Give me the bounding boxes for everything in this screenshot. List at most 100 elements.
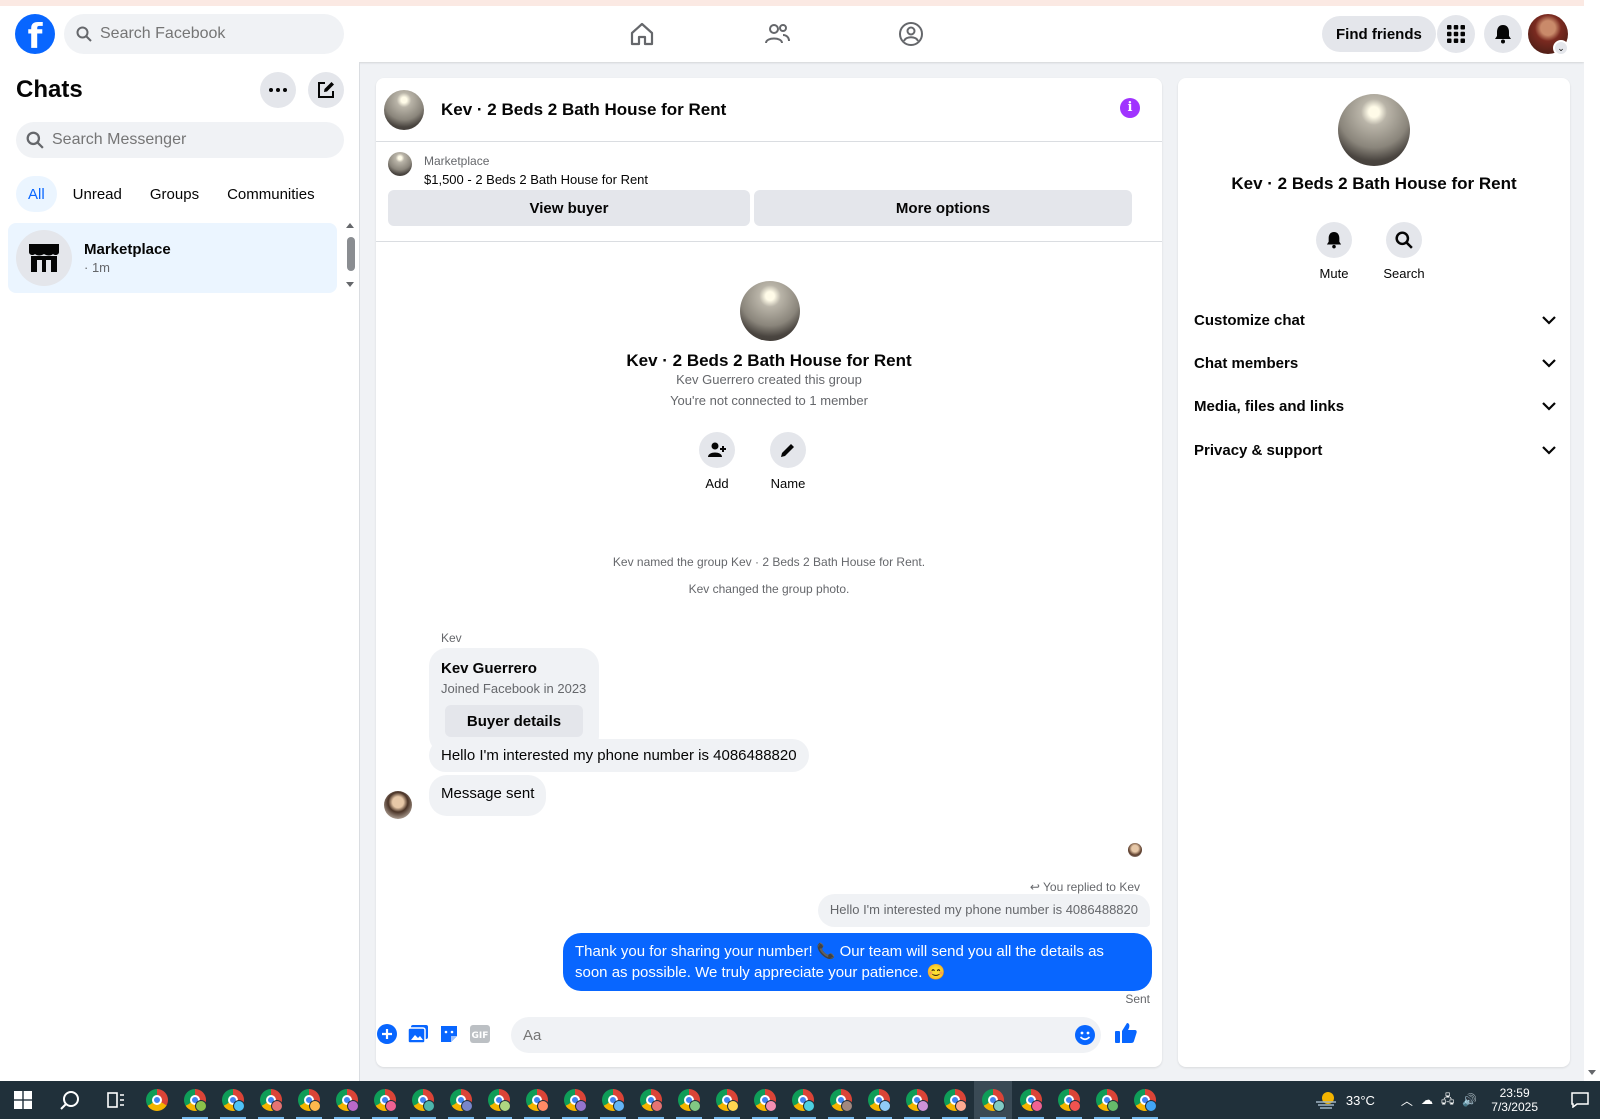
group-avatar[interactable]	[384, 90, 424, 130]
chat-list-scroll-thumb[interactable]	[347, 237, 355, 271]
cloud-sync-icon[interactable]: ☁	[1421, 1093, 1433, 1107]
chrome-profile-taskbar-app[interactable]	[822, 1081, 860, 1119]
facebook-logo[interactable]: f	[15, 14, 55, 54]
chrome-profile-taskbar-app[interactable]	[214, 1081, 252, 1119]
sticker-icon[interactable]	[438, 1023, 460, 1045]
more-dots-icon	[269, 88, 287, 92]
profile-badge-icon	[347, 1100, 359, 1112]
incoming-message[interactable]: Message sent	[429, 775, 547, 816]
more-options-button[interactable]: More options	[754, 190, 1132, 226]
sender-avatar[interactable]	[384, 791, 412, 819]
chrome-taskbar-app[interactable]	[138, 1081, 176, 1119]
chrome-profile-taskbar-app[interactable]	[594, 1081, 632, 1119]
chrome-profile-taskbar-app[interactable]	[974, 1081, 1012, 1119]
listing-thumbnail[interactable]	[388, 152, 412, 176]
filter-tab-all[interactable]: All	[16, 176, 57, 212]
chrome-profile-taskbar-app[interactable]	[252, 1081, 290, 1119]
profile-badge-icon	[613, 1100, 625, 1112]
filter-tab-groups[interactable]: Groups	[138, 176, 211, 212]
volume-icon[interactable]: 🔊	[1462, 1093, 1477, 1107]
messenger-search-box[interactable]	[16, 122, 344, 158]
chat-list-item-marketplace[interactable]: Marketplace · 1m	[8, 223, 337, 293]
filter-tab-unread[interactable]: Unread	[61, 176, 134, 212]
profile-badge-icon	[1107, 1100, 1119, 1112]
plus-icon[interactable]	[376, 1023, 398, 1045]
filter-tab-communities[interactable]: Communities	[215, 176, 327, 212]
media-files-links-section[interactable]: Media, files and links	[1194, 386, 1556, 426]
weather-temp[interactable]: 33°C	[1346, 1093, 1375, 1108]
chrome-profile-taskbar-app[interactable]	[708, 1081, 746, 1119]
chrome-profile-taskbar-app[interactable]	[366, 1081, 404, 1119]
image-icon[interactable]	[407, 1023, 429, 1045]
chrome-profile-taskbar-app[interactable]	[1050, 1081, 1088, 1119]
chrome-profile-taskbar-app[interactable]	[670, 1081, 708, 1119]
customize-chat-section[interactable]: Customize chat	[1194, 300, 1556, 340]
friends-icon	[765, 24, 790, 44]
apps-grid-icon	[1447, 25, 1465, 43]
buyer-name[interactable]: Kev Guerrero	[441, 660, 537, 677]
chrome-profile-taskbar-app[interactable]	[518, 1081, 556, 1119]
windows-start-button[interactable]	[0, 1081, 46, 1119]
message-input[interactable]	[523, 1026, 1043, 1044]
outgoing-message[interactable]: Thank you for sharing your number! 📞 Our…	[563, 933, 1152, 991]
chrome-profile-taskbar-app[interactable]	[898, 1081, 936, 1119]
chrome-profile-taskbar-app[interactable]	[1126, 1081, 1164, 1119]
info-group-photo[interactable]	[1338, 94, 1410, 166]
chrome-profile-taskbar-app[interactable]	[1012, 1081, 1050, 1119]
view-buyer-button[interactable]: View buyer	[388, 190, 750, 226]
chat-options-button[interactable]	[260, 72, 296, 108]
chrome-profile-taskbar-app[interactable]	[860, 1081, 898, 1119]
taskbar-search-button[interactable]	[46, 1081, 94, 1119]
chrome-profile-taskbar-app[interactable]	[442, 1081, 480, 1119]
chrome-profile-taskbar-app[interactable]	[328, 1081, 366, 1119]
chrome-profile-taskbar-app[interactable]	[480, 1081, 518, 1119]
find-friends-button[interactable]: Find friends	[1322, 16, 1436, 52]
group-photo	[740, 281, 800, 341]
menu-button[interactable]	[1437, 15, 1475, 53]
chrome-profile-taskbar-app[interactable]	[632, 1081, 670, 1119]
chrome-profile-taskbar-app[interactable]	[746, 1081, 784, 1119]
thumbs-up-icon[interactable]	[1113, 1020, 1139, 1046]
chrome-profile-taskbar-app[interactable]	[404, 1081, 442, 1119]
name-group-action[interactable]: Name	[758, 432, 818, 491]
home-nav-button[interactable]	[622, 16, 662, 52]
task-view-button[interactable]	[94, 1081, 138, 1119]
clock[interactable]: 23:59 7/3/2025	[1491, 1086, 1538, 1114]
notification-center-button[interactable]	[1560, 1081, 1600, 1119]
chrome-profile-taskbar-app[interactable]	[784, 1081, 822, 1119]
page-scrollbar[interactable]	[1584, 0, 1600, 1081]
info-icon[interactable]: i	[1120, 98, 1140, 118]
emoji-icon[interactable]	[1075, 1025, 1095, 1050]
listing-price-title[interactable]: $1,500 - 2 Beds 2 Bath House for Rent	[424, 172, 648, 187]
incoming-message[interactable]: Hello I'm interested my phone number is …	[429, 739, 809, 772]
messenger-search-input[interactable]	[52, 131, 312, 149]
add-member-action[interactable]: Add	[687, 432, 747, 491]
chrome-profile-taskbar-app[interactable]	[290, 1081, 328, 1119]
group-connection-text: You're not connected to 1 member	[670, 393, 868, 408]
mute-button[interactable]: Mute	[1304, 222, 1364, 281]
chrome-profile-taskbar-app[interactable]	[176, 1081, 214, 1119]
notifications-button[interactable]	[1484, 15, 1522, 53]
chrome-profile-taskbar-app[interactable]	[556, 1081, 594, 1119]
quoted-message[interactable]: Hello I'm interested my phone number is …	[817, 894, 1150, 927]
chevron-down-icon[interactable]: ⌄	[1553, 40, 1569, 56]
message-input-box[interactable]	[511, 1017, 1101, 1053]
facebook-search-input[interactable]	[100, 25, 320, 43]
conversation-title[interactable]: Kev · 2 Beds 2 Bath House for Rent	[441, 100, 726, 120]
gif-icon[interactable]: GIF	[469, 1023, 491, 1045]
privacy-support-section[interactable]: Privacy & support	[1194, 430, 1556, 470]
weather-widget[interactable]	[1306, 1081, 1346, 1119]
groups-icon	[899, 22, 923, 46]
groups-nav-button[interactable]	[891, 16, 931, 52]
buyer-details-button[interactable]: Buyer details	[445, 705, 583, 737]
chrome-profile-taskbar-app[interactable]	[936, 1081, 974, 1119]
friends-nav-button[interactable]	[757, 16, 797, 52]
facebook-search-box[interactable]	[64, 14, 344, 54]
network-icon[interactable]: 🖧	[1441, 1090, 1454, 1111]
new-message-button[interactable]	[308, 72, 344, 108]
profile-badge-icon	[955, 1100, 967, 1112]
chevron-up-icon[interactable]: ︿	[1401, 1092, 1413, 1109]
chat-members-section[interactable]: Chat members	[1194, 343, 1556, 383]
chrome-profile-taskbar-app[interactable]	[1088, 1081, 1126, 1119]
search-in-chat-button[interactable]: Search	[1374, 222, 1434, 281]
